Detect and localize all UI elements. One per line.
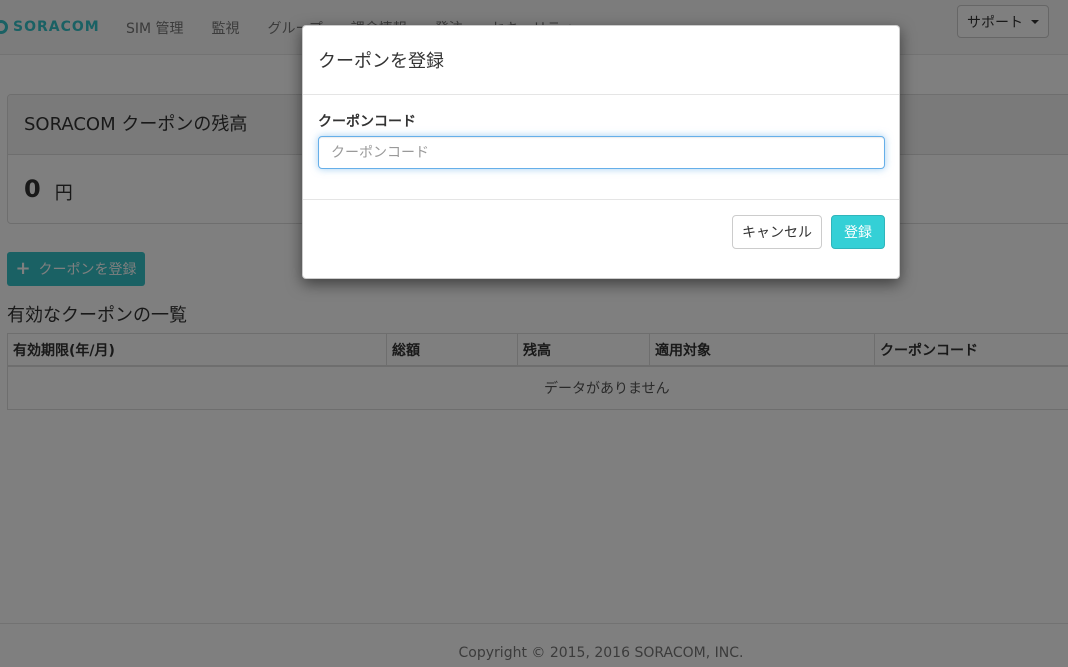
register-coupon-modal: クーポンを登録 クーポンコード キャンセル 登録 bbox=[302, 25, 900, 279]
coupon-code-input[interactable] bbox=[318, 136, 885, 169]
modal-footer: キャンセル 登録 bbox=[303, 200, 899, 278]
cancel-button[interactable]: キャンセル bbox=[732, 215, 822, 249]
modal-body: クーポンコード bbox=[303, 95, 899, 200]
coupon-code-label: クーポンコード bbox=[318, 114, 416, 130]
register-button[interactable]: 登録 bbox=[831, 215, 885, 249]
modal-header: クーポンを登録 bbox=[303, 26, 899, 95]
modal-title: クーポンを登録 bbox=[318, 51, 444, 72]
